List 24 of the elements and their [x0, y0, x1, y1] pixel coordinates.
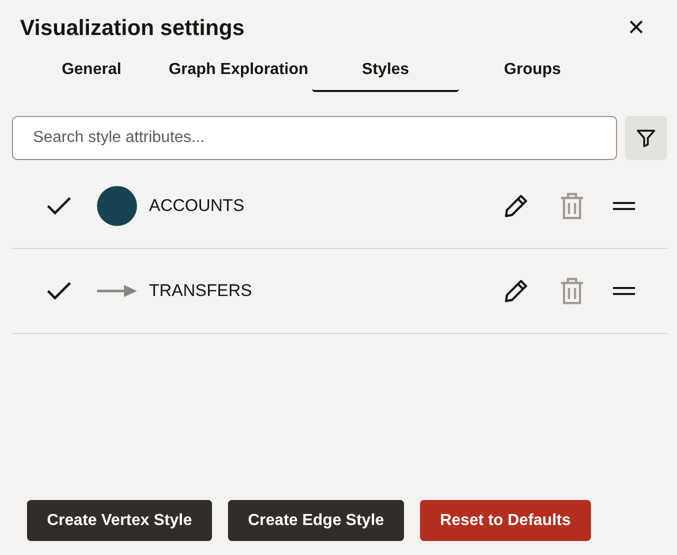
filter-icon — [634, 127, 657, 149]
trash-icon — [559, 192, 585, 220]
style-label: ACCOUNTS — [149, 195, 246, 218]
dialog-title: Visualization settings — [20, 14, 245, 42]
action-button[interactable]: Create Vertex Style — [27, 500, 212, 541]
drag-handle-icon[interactable] — [613, 287, 635, 295]
checkmark-icon[interactable] — [46, 281, 72, 301]
pencil-icon — [503, 193, 529, 219]
search-field[interactable]: Search style attributes... — [12, 116, 617, 160]
action-button[interactable]: Create Edge Style — [228, 500, 404, 541]
tab[interactable]: Groups — [459, 52, 606, 92]
style-label: TRANSFERS — [149, 280, 253, 302]
filter-button[interactable] — [624, 116, 667, 160]
action-button[interactable]: Reset to Defaults — [420, 500, 591, 541]
pencil-icon — [503, 278, 529, 304]
tab[interactable]: Styles — [312, 52, 459, 92]
trash-icon — [559, 277, 585, 305]
edit-button[interactable] — [503, 193, 529, 219]
tab[interactable]: Graph Exploration — [165, 52, 312, 92]
checkmark-icon[interactable] — [46, 196, 72, 216]
edit-button[interactable] — [503, 278, 529, 304]
drag-handle-icon[interactable] — [613, 202, 635, 210]
tab[interactable]: General — [18, 52, 165, 92]
close-button[interactable]: ✕ — [621, 17, 651, 39]
